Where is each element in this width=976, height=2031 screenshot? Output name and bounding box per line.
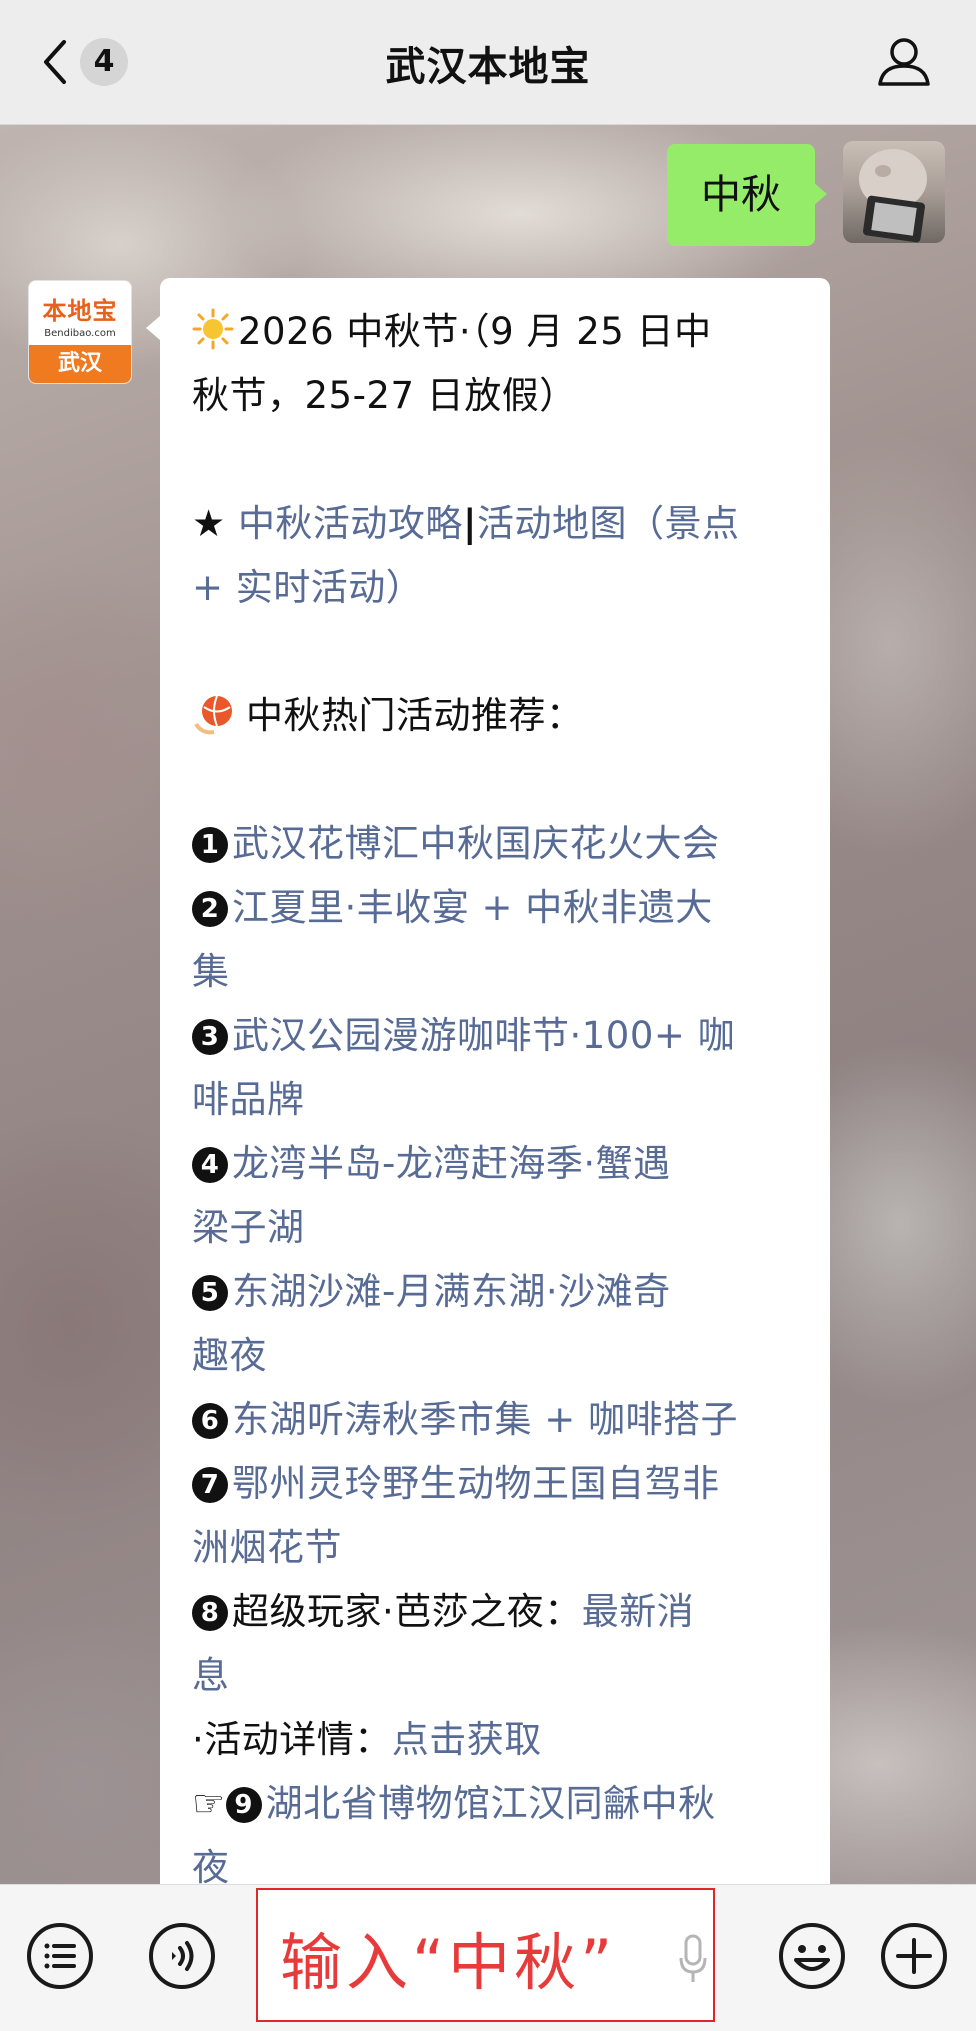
activity-item: ☞ 9 湖北省博物馆江汉同龢中秋 [192,1772,802,1836]
ball-icon [194,695,232,735]
activity-item: 8 超级玩家·芭莎之夜：最新消 [192,1580,802,1644]
detail-label: ·活动详情： [192,1718,392,1761]
activity-item: 7 鄂州灵玲野生动物王国自驾非 [192,1452,802,1516]
activity-map-link-cont[interactable]: + 实时活动） [192,556,802,620]
activity-item: 6 东湖听涛秋季市集 + 咖啡搭子 [192,1388,802,1452]
activity-link-cont[interactable]: 趣夜 [192,1324,802,1388]
number-badge: 1 [192,827,228,863]
number-badge: 6 [192,1403,228,1439]
top-bar: 4 武汉本地宝 [0,0,976,125]
link-separator: | [462,502,477,545]
get-details-link[interactable]: 点击获取 [392,1718,542,1761]
activity-detail: ·活动详情：点击获取 [192,1708,802,1772]
activity-link[interactable]: 江夏里·丰收宴 + 中秋非遗大 [232,886,713,929]
bendibao-avatar[interactable]: 本地宝 Bendibao.com 武汉 [28,280,132,384]
person-icon[interactable] [876,36,932,88]
number-badge: 3 [192,1019,228,1055]
festival-title-line-2: 秋节，25-27 日放假） [192,374,577,417]
activity-link-cont[interactable]: 洲烟花节 [192,1516,802,1580]
bendibao-city: 武汉 [29,345,131,383]
activity-item: 3 武汉公园漫游咖啡节·100+ 咖 [192,1004,802,1068]
plus-icon[interactable] [880,1922,948,1990]
message-body: 2026 中秋节·（9 月 25 日中 秋节，25-27 日放假） ★ 中秋活动… [192,300,802,1900]
pointing-hand-icon: ☞ [192,1782,226,1825]
cat-avatar-image [859,149,927,243]
activity-link[interactable]: 东湖沙滩-月满东湖·沙滩奇 [232,1270,671,1313]
latest-news-link[interactable]: 最新消 [582,1590,695,1633]
activity-link[interactable]: 武汉花博汇中秋国庆花火大会 [232,822,720,865]
number-badge: 2 [192,891,228,927]
activity-link[interactable]: 鄂州灵玲野生动物王国自驾非 [232,1462,720,1505]
chat-title: 武汉本地宝 [385,44,591,90]
message-input[interactable]: 输入“中秋” [256,1888,715,2022]
input-annotation-text: 输入“中秋” [280,1926,617,1999]
activity-item: 2 江夏里·丰收宴 + 中秋非遗大 [192,876,802,940]
activity-link-cont[interactable]: 啡品牌 [192,1068,802,1132]
emoji-icon[interactable] [778,1922,846,1990]
hot-activities-title: 中秋热门活动推荐： [246,694,584,737]
activity-link[interactable]: 东湖听涛秋季市集 + 咖啡搭子 [232,1398,738,1441]
activity-item: 4 龙湾半岛-龙湾赶海季·蟹遇 [192,1132,802,1196]
incoming-bubble-tail [146,316,160,340]
my-avatar[interactable] [843,141,945,243]
activity-link-cont[interactable]: 集 [192,940,802,1004]
number-badge: 5 [192,1275,228,1311]
incoming-message-bubble: 2026 中秋节·（9 月 25 日中 秋节，25-27 日放假） ★ 中秋活动… [160,278,830,1908]
latest-news-link-cont[interactable]: 息 [192,1644,802,1708]
bendibao-domain: Bendibao.com [44,328,116,339]
number-badge: 7 [192,1467,228,1503]
activity-item: 1 武汉花博汇中秋国庆花火大会 [192,812,802,876]
number-badge: 9 [225,1787,262,1823]
activity-map-link[interactable]: 活动地图（景点 [477,502,740,545]
activity-item: 5 东湖沙滩-月满东湖·沙滩奇 [192,1260,802,1324]
guide-link[interactable]: 中秋活动攻略 [238,502,463,545]
festival-title-line-1: 2026 中秋节·（9 月 25 日中 [238,310,712,353]
star-bullet: ★ [192,502,238,545]
bendibao-logo: 本地宝 [42,297,118,325]
number-badge: 8 [192,1595,228,1631]
activity-link[interactable]: 湖北省博物馆江汉同龢中秋 [266,1782,716,1825]
voice-icon[interactable] [148,1922,216,1990]
microphone-icon[interactable] [678,1934,708,1986]
sun-icon [192,308,234,350]
number-badge: 4 [192,1147,228,1183]
activity-link[interactable]: 武汉公园漫游咖啡节·100+ 咖 [232,1014,735,1057]
outgoing-bubble-tail [813,182,827,206]
activity-link-cont[interactable]: 梁子湖 [192,1196,802,1260]
activity-text: 超级玩家·芭莎之夜： [232,1590,582,1633]
outgoing-message-bubble[interactable]: 中秋 [667,144,815,246]
activity-link[interactable]: 龙湾半岛-龙湾赶海季·蟹遇 [232,1142,671,1185]
list-menu-icon[interactable] [26,1922,94,1990]
